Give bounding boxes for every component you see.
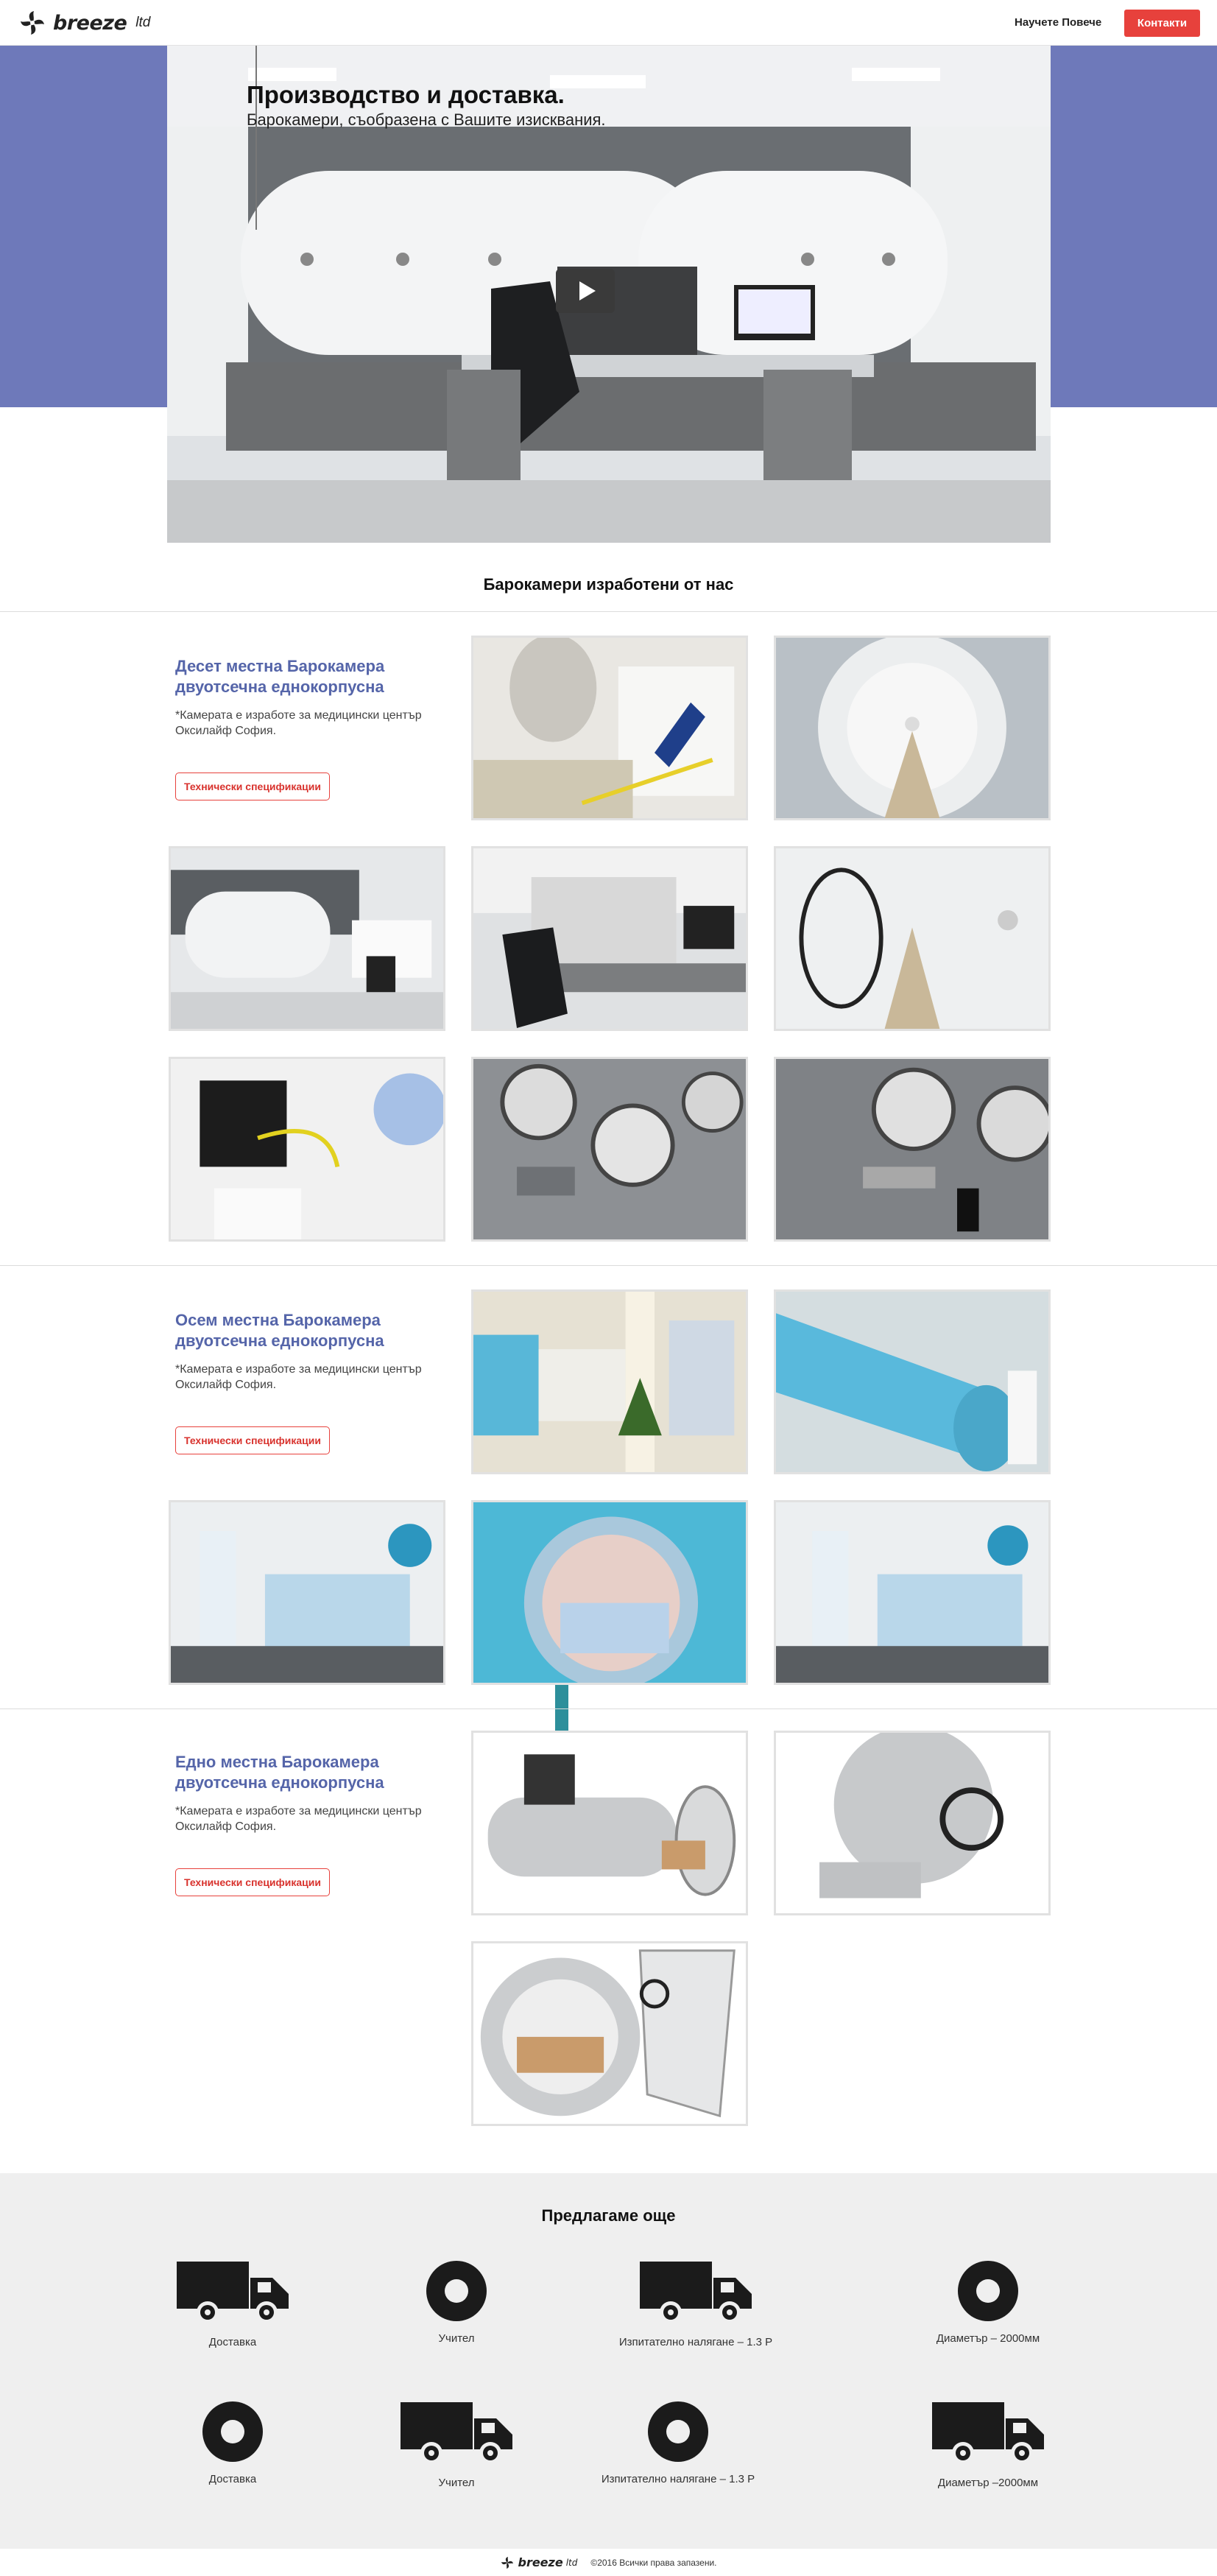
breeze-logo-icon <box>501 2556 514 2569</box>
technical-specs-button[interactable]: Технически спецификации <box>175 773 330 800</box>
site-header: breeze ltd Научете Повече Контакти <box>0 0 1217 46</box>
logo-text: breeze <box>53 11 127 35</box>
offer-label: Доставка <box>208 2473 257 2485</box>
offer-title: Предлагаме още <box>541 2206 676 2225</box>
contacts-button[interactable]: Контакти <box>1124 10 1200 37</box>
product-note: *Камерата е изработе за медицински центъ… <box>175 1363 422 1391</box>
offer-label: Диаметър – 2000мм <box>936 2332 1040 2345</box>
footer-logo-text: breeze <box>518 2555 563 2569</box>
offer-label: Доставка <box>208 2336 257 2348</box>
offer-section <box>0 2173 1217 2549</box>
copyright-text: ©2016 Всички права запазени. <box>590 2557 717 2568</box>
chamber-photo[interactable] <box>471 1057 748 1242</box>
product-note: *Камерата е изработе за медицински центъ… <box>175 709 422 737</box>
product-title: Осем местна Барокамера двуотсечна едноко… <box>175 1311 384 1350</box>
offer-label: Учител <box>438 2477 475 2489</box>
offer-item: Доставка <box>107 2401 358 2485</box>
play-icon <box>579 281 596 300</box>
chamber-photo[interactable] <box>774 846 1051 1031</box>
truck-icon <box>932 2402 1044 2464</box>
chamber-photo[interactable] <box>471 846 748 1031</box>
site-footer: breeze ltd ©2016 Всички права запазени. <box>0 2549 1217 2576</box>
offer-label: Изпитателно налягане – 1.3 P <box>601 2473 755 2485</box>
technical-specs-button[interactable]: Технически спецификации <box>175 1868 330 1896</box>
ring-icon <box>426 2261 487 2321</box>
chamber-photo[interactable] <box>471 1289 748 1474</box>
truck-icon <box>177 2262 289 2323</box>
ring-icon <box>202 2401 263 2462</box>
offer-item: Изпитателно налягане – 1.3 P <box>571 2256 821 2348</box>
chamber-photo[interactable] <box>774 1057 1051 1242</box>
logo[interactable]: breeze ltd <box>18 7 150 38</box>
footer-logo-suffix: ltd <box>565 2557 578 2568</box>
divider <box>0 1265 1217 1266</box>
product-title: Десет местна Барокамера двуотсечна еднок… <box>175 657 385 696</box>
ring-icon <box>648 2401 708 2462</box>
offer-item: Учител <box>331 2260 582 2345</box>
chamber-photo[interactable] <box>471 1941 748 2126</box>
offer-item: Доставка <box>107 2256 358 2348</box>
product-title: Едно местна Барокамера двуотсечна едноко… <box>175 1753 384 1792</box>
chamber-photo[interactable] <box>774 1500 1051 1685</box>
chamber-photo[interactable] <box>774 1731 1051 1915</box>
divider <box>0 611 1217 612</box>
hero-subtitle: Барокамери, съобразена с Вашите изискван… <box>247 110 606 129</box>
offer-item: Учител <box>331 2396 582 2489</box>
teal-connector <box>555 1685 568 1731</box>
offer-item: Изпитателно налягане – 1.3 P <box>553 2401 803 2485</box>
footer-logo[interactable]: breeze ltd <box>500 2555 577 2570</box>
nav-learn-more-link[interactable]: Научете Повече <box>1015 16 1101 29</box>
offer-item: Диаметър – 2000мм <box>863 2260 1113 2345</box>
breeze-logo-icon <box>21 11 44 35</box>
offer-label: Изпитателно налягане – 1.3 P <box>618 2336 773 2348</box>
offer-label: Учител <box>438 2332 475 2345</box>
chamber-photo[interactable] <box>169 846 445 1031</box>
offer-item: Диаметър –2000мм <box>863 2396 1113 2489</box>
logo-suffix: ltd <box>135 15 151 30</box>
video-play-button[interactable] <box>556 269 615 313</box>
technical-specs-button[interactable]: Технически спецификации <box>175 1426 330 1454</box>
chamber-photo[interactable] <box>169 1057 445 1242</box>
divider <box>0 1708 1217 1709</box>
chamber-photo[interactable] <box>471 1500 748 1685</box>
chamber-photo[interactable] <box>774 636 1051 820</box>
chamber-photo[interactable] <box>774 1289 1051 1474</box>
chamber-photo[interactable] <box>169 1500 445 1685</box>
ring-icon <box>958 2261 1018 2321</box>
chamber-photo[interactable] <box>471 1731 748 1915</box>
truck-icon <box>401 2402 512 2464</box>
hero-title: Производство и доставка. <box>247 81 565 108</box>
truck-icon <box>640 2262 752 2323</box>
chamber-photo[interactable] <box>471 636 748 820</box>
section-heading: Барокамери изработени от нас <box>483 575 734 594</box>
product-note: *Камерата е изработе за медицински центъ… <box>175 1805 422 1833</box>
offer-label: Диаметър –2000мм <box>937 2477 1039 2489</box>
